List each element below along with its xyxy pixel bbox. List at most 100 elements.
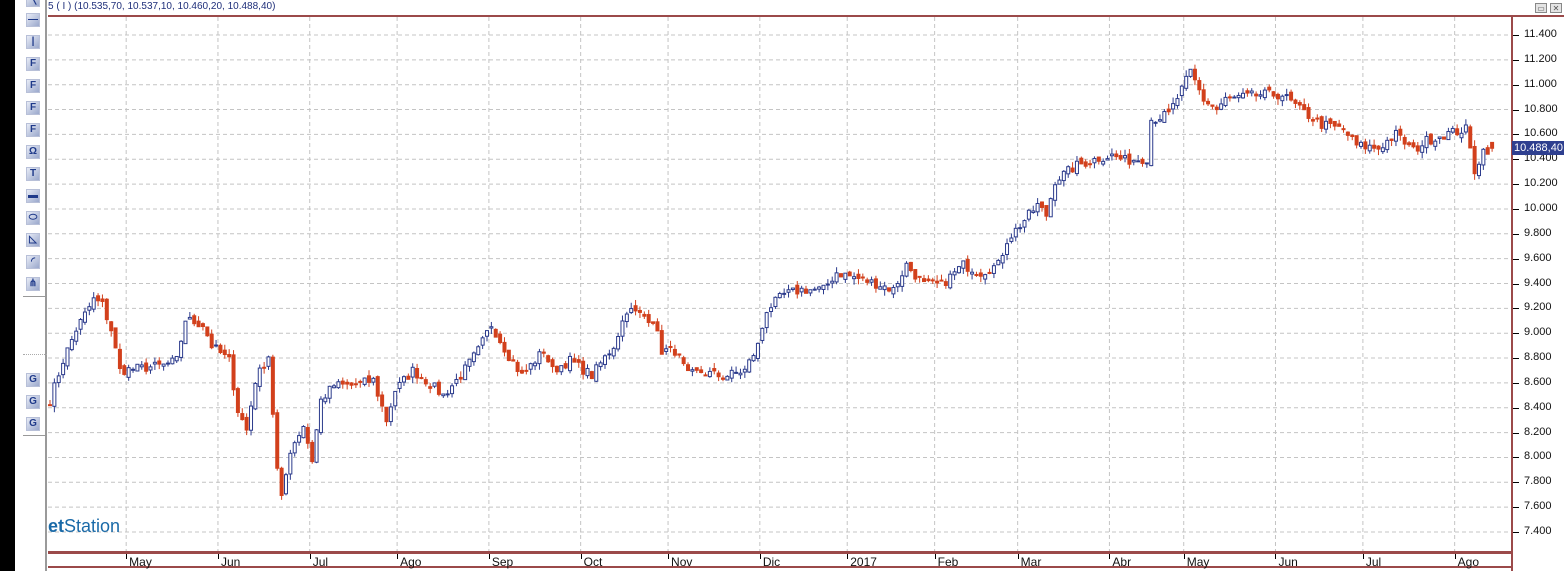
candle-up (480, 337, 485, 346)
candle-up (1149, 119, 1154, 167)
candle-up (82, 311, 87, 323)
candle-down (838, 273, 843, 278)
candle-up (126, 367, 131, 378)
candle-down (1083, 161, 1088, 167)
candle-up (690, 369, 695, 372)
candle-up (598, 362, 603, 368)
restore-button[interactable]: ▭ (1535, 3, 1547, 13)
candle-down (506, 349, 511, 362)
triangle-tool-icon[interactable]: ◺ (26, 233, 40, 247)
candle-down (1332, 120, 1337, 127)
candle-down (668, 345, 673, 348)
candle-up (594, 364, 599, 382)
trendline-tool-icon[interactable]: ╲ (26, 0, 40, 7)
price-tick-label: 8.600 (1524, 375, 1552, 388)
toolbar-grip[interactable] (23, 354, 47, 355)
candle-down (847, 271, 852, 277)
candle-up (253, 382, 258, 410)
price-chart[interactable] (48, 17, 1511, 551)
price-axis-line (1511, 17, 1513, 571)
time-tick (580, 554, 582, 559)
gann-grid-tool-icon[interactable]: G (26, 395, 40, 409)
candle-up (1136, 160, 1141, 163)
close-button[interactable]: ✕ (1550, 3, 1562, 13)
andrews-pitchfork-tool-icon[interactable]: ⋔ (26, 277, 40, 291)
candle-down (415, 367, 420, 379)
candle-down (1192, 68, 1197, 81)
candle-down (1267, 86, 1272, 91)
candle-down (1245, 90, 1250, 94)
candle-down (458, 376, 463, 380)
price-tick (1513, 85, 1519, 86)
time-tick-label: Ago (1457, 555, 1480, 569)
price-tick-label: 8.800 (1524, 351, 1552, 364)
rectangle-tool-icon[interactable]: ▬ (26, 189, 40, 203)
time-tick (488, 554, 490, 559)
candle-up (1219, 103, 1224, 110)
candle-down (1201, 89, 1206, 102)
price-tick (1513, 159, 1519, 160)
candle-up (1009, 237, 1014, 242)
fibonacci-fan-tool-icon[interactable]: F (26, 57, 40, 71)
candle-down (340, 380, 345, 385)
candle-up (1101, 160, 1106, 165)
price-tick (1513, 134, 1519, 135)
candle-down (117, 348, 122, 370)
candle-up (1463, 124, 1468, 133)
candle-down (1302, 104, 1307, 111)
candle-up (751, 355, 756, 362)
candle-up (148, 366, 153, 371)
candle-down (275, 412, 280, 469)
fibonacci-time-tool-icon[interactable]: F (26, 123, 40, 137)
ellipse-tool-icon[interactable]: ⬭ (26, 211, 40, 225)
candle-up (1393, 129, 1398, 142)
candle-down (1140, 158, 1145, 164)
candle-up (948, 273, 953, 289)
candle-down (218, 344, 223, 354)
candle-up (834, 272, 839, 283)
candle-up (777, 292, 782, 299)
candle-up (725, 375, 730, 381)
candle-down (589, 371, 594, 380)
candle-up (1284, 94, 1289, 97)
candle-up (1026, 209, 1031, 220)
time-tick (1109, 554, 1111, 559)
time-axis[interactable]: May Jun Jul Ago Sep Oct Nov Dic 2017 Feb Mar Abr May… (48, 551, 1512, 569)
candle-down (922, 278, 926, 283)
price-tick-label: 7.600 (1524, 500, 1552, 513)
candle-up (1262, 89, 1267, 99)
candle-down (1372, 144, 1377, 149)
time-tick (126, 554, 128, 559)
candle-up (825, 283, 830, 286)
candle-up (183, 320, 188, 345)
candle-up (1476, 163, 1481, 177)
arc-tool-icon[interactable]: ◜ (26, 255, 40, 269)
candle-down (935, 280, 940, 284)
time-tick-label: Ago (400, 555, 422, 569)
fibonacci-retracement-tool-icon[interactable]: F (26, 101, 40, 115)
candle-up (808, 289, 813, 294)
candle-down (244, 416, 249, 431)
gann-fan-tool-icon[interactable]: G (26, 373, 40, 387)
candle-up (1385, 139, 1390, 151)
time-tick (309, 554, 311, 559)
candle-up (799, 287, 804, 293)
candle-down (1376, 145, 1381, 150)
fibonacci-arcs-tool-icon[interactable]: F (26, 79, 40, 93)
candle-up (1000, 254, 1005, 264)
candle-up (1171, 103, 1176, 110)
candle-down (637, 309, 642, 313)
text-tool-icon[interactable]: T (26, 167, 40, 181)
gann-line-tool-icon[interactable]: G (26, 417, 40, 431)
price-tick-label: 9.000 (1524, 326, 1552, 339)
price-tick-label: 7.800 (1524, 475, 1552, 488)
candle-up (983, 274, 988, 280)
candle-down (1341, 128, 1346, 131)
price-tick (1513, 110, 1519, 111)
candle-up (1175, 98, 1180, 107)
vertical-line-tool-icon[interactable]: | (26, 35, 40, 49)
symbol-tool-icon[interactable]: Ω (26, 145, 40, 159)
chart-header: 5 ( I ) (10.535,70, 10.537,10, 10.460,20… (48, 0, 1564, 17)
candle-down (1407, 142, 1412, 146)
horizontal-line-tool-icon[interactable]: — (26, 13, 40, 27)
